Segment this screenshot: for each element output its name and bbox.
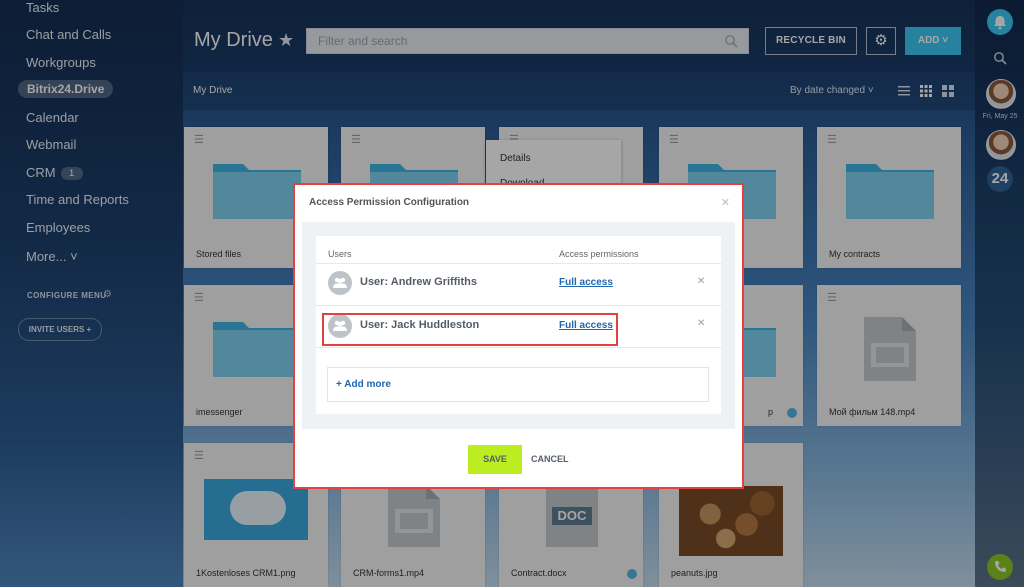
divider <box>316 305 721 306</box>
close-icon[interactable]: ✕ <box>721 196 730 209</box>
remove-icon[interactable]: ✕ <box>697 318 705 329</box>
highlight-box <box>322 313 618 346</box>
dialog-title: Access Permission Configuration <box>309 197 470 208</box>
permission-link[interactable]: Full access <box>559 277 613 288</box>
divider <box>316 263 721 264</box>
save-button[interactable]: SAVE <box>468 445 522 474</box>
add-more-button[interactable]: + Add more <box>327 367 709 402</box>
column-header-permissions: Access permissions <box>559 249 639 259</box>
user-name: User: Andrew Griffiths <box>360 276 477 288</box>
cancel-button[interactable]: CANCEL <box>531 454 569 464</box>
users-icon <box>328 271 352 295</box>
divider <box>316 347 721 348</box>
remove-icon[interactable]: ✕ <box>697 276 705 287</box>
access-permission-dialog: Access Permission Configuration ✕ Users … <box>293 183 744 489</box>
column-header-users: Users <box>328 249 352 259</box>
